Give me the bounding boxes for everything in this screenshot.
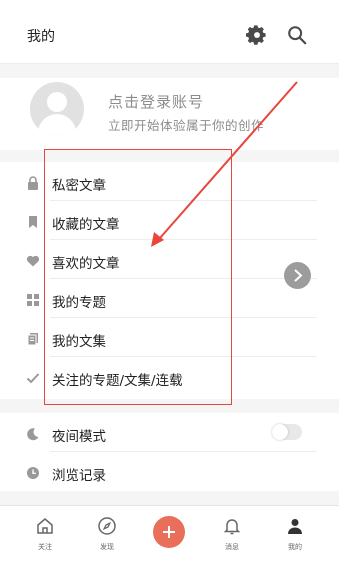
section-gap	[0, 64, 339, 78]
menu-item-private-articles[interactable]: 私密文章	[0, 162, 339, 201]
night-mode-toggle[interactable]	[272, 424, 302, 440]
section-gap	[0, 399, 339, 413]
tab-label: 我的	[288, 543, 302, 551]
gear-icon[interactable]	[246, 24, 268, 46]
tab-label: 关注	[38, 543, 52, 551]
collection-icon	[27, 333, 38, 346]
plus-icon	[163, 526, 175, 538]
section-gap	[0, 150, 339, 162]
bell-icon	[223, 519, 241, 535]
heart-icon	[26, 255, 40, 267]
section-gap	[0, 491, 339, 505]
menu-item-label: 私密文章	[52, 178, 106, 194]
compass-icon	[98, 517, 116, 535]
tab-discover[interactable]: 发现	[87, 514, 127, 554]
lock-icon	[28, 176, 38, 190]
menu-item-label: 喜欢的文章	[52, 256, 120, 272]
menu-item-night-mode[interactable]: 夜间模式	[0, 413, 339, 452]
clock-icon	[27, 467, 39, 479]
login-profile-card[interactable]: 点击登录账号 立即开始体验属于你的创作	[0, 78, 339, 150]
tab-profile[interactable]: 我的	[275, 514, 315, 554]
home-icon	[37, 518, 53, 534]
chevron-right-icon	[294, 269, 303, 282]
avatar-placeholder-icon[interactable]	[30, 82, 84, 136]
grid-icon	[27, 294, 39, 306]
menu-item-label: 我的专题	[52, 295, 106, 311]
menu-item-label: 关注的专题/文集/连载	[52, 373, 183, 389]
tab-label: 发现	[100, 543, 114, 551]
bottom-tab-bar: 关注 发现 消息 我的	[0, 505, 339, 557]
write-button[interactable]	[153, 516, 185, 548]
menu-item-label: 浏览记录	[52, 468, 106, 484]
menu-item-my-collections[interactable]: 我的文集	[0, 318, 339, 357]
person-icon	[288, 519, 302, 534]
check-icon	[26, 373, 40, 384]
menu-item-label: 我的文集	[52, 334, 106, 350]
menu-item-followed[interactable]: 关注的专题/文集/连载	[0, 357, 339, 396]
tab-follow[interactable]: 关注	[25, 514, 65, 554]
settings-menu: 夜间模式 浏览记录	[0, 413, 339, 491]
tab-label: 消息	[225, 543, 239, 551]
tab-messages[interactable]: 消息	[212, 514, 252, 554]
login-prompt[interactable]: 点击登录账号	[108, 91, 204, 112]
page-title: 我的	[27, 29, 55, 45]
menu-item-label: 夜间模式	[52, 429, 106, 445]
search-icon[interactable]	[286, 24, 308, 46]
top-header: 我的	[0, 0, 339, 64]
login-subtitle: 立即开始体验属于你的创作	[108, 118, 265, 133]
side-expand-button[interactable]	[284, 262, 311, 289]
menu-item-history[interactable]: 浏览记录	[0, 452, 339, 491]
moon-icon	[27, 428, 39, 441]
menu-item-bookmarks[interactable]: 收藏的文章	[0, 201, 339, 240]
menu-item-label: 收藏的文章	[52, 217, 120, 233]
bookmark-icon	[29, 216, 37, 228]
